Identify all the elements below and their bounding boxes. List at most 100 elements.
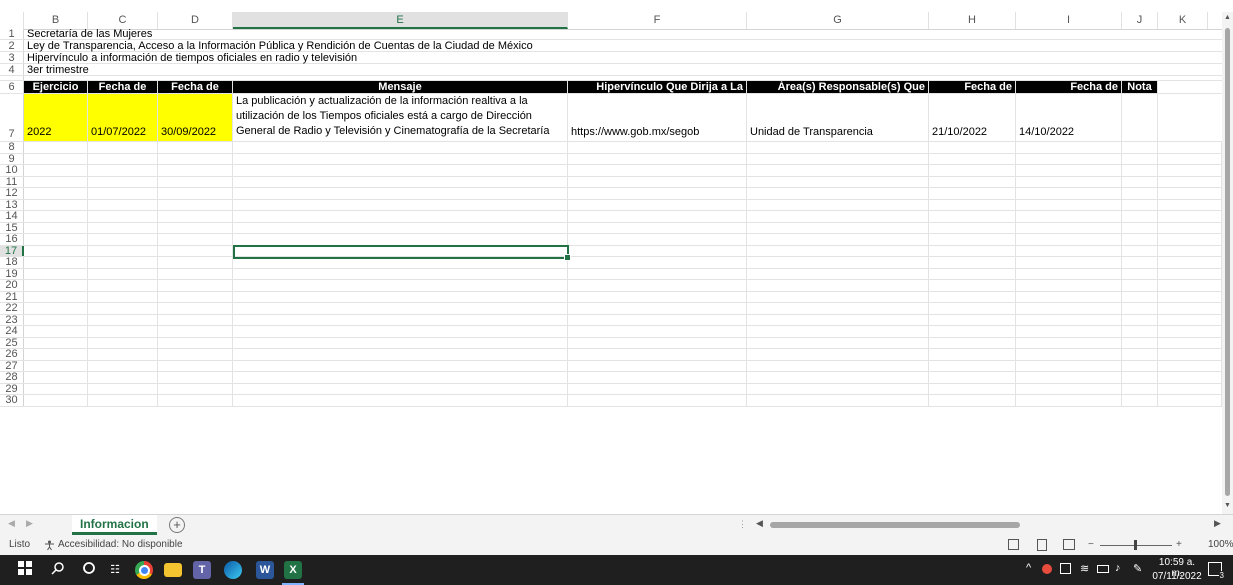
empty-cell[interactable] [88, 153, 158, 164]
empty-cell[interactable] [568, 234, 747, 245]
empty-cell[interactable] [1122, 153, 1158, 164]
notifications-icon[interactable]: 3 [1208, 562, 1225, 580]
empty-cell[interactable] [88, 245, 158, 256]
empty-cell[interactable] [929, 395, 1016, 406]
empty-cell[interactable] [1158, 291, 1222, 302]
empty-cell[interactable] [1122, 360, 1158, 371]
vertical-scrollbar[interactable]: ▲ ▼ [1222, 12, 1233, 514]
empty-cell[interactable] [233, 176, 568, 187]
empty-cell[interactable] [88, 314, 158, 325]
empty-cell[interactable] [929, 234, 1016, 245]
zoom-slider-thumb[interactable] [1134, 540, 1137, 550]
empty-cell[interactable] [1158, 245, 1222, 256]
row-number[interactable]: 15 [0, 222, 24, 233]
empty-cell[interactable] [158, 349, 233, 360]
empty-cell[interactable] [568, 188, 747, 199]
scroll-down-icon[interactable]: ▼ [1224, 502, 1231, 509]
empty-cell[interactable] [747, 199, 929, 210]
empty-cell[interactable] [1158, 165, 1222, 176]
empty-cell[interactable] [1122, 326, 1158, 337]
empty-cell[interactable] [1016, 222, 1122, 233]
empty-cell[interactable] [24, 337, 88, 348]
empty-cell[interactable] [1016, 314, 1122, 325]
empty-cell[interactable] [1158, 360, 1222, 371]
empty-cell[interactable] [1016, 337, 1122, 348]
empty-cell[interactable] [1158, 153, 1222, 164]
empty-cell[interactable] [1122, 176, 1158, 187]
cell-b3[interactable]: Hipervínculo a información de tiempos of… [24, 52, 1222, 64]
empty-cell[interactable] [24, 257, 88, 268]
row-number[interactable]: 12 [0, 188, 24, 199]
show-hidden-icons-icon[interactable]: ^ [1026, 562, 1031, 574]
empty-cell[interactable] [929, 326, 1016, 337]
empty-cell[interactable] [88, 142, 158, 153]
empty-cell[interactable] [88, 360, 158, 371]
empty-cell[interactable] [1122, 337, 1158, 348]
header-mensaje[interactable]: Mensaje [233, 81, 568, 93]
empty-cell[interactable] [1158, 372, 1222, 383]
cell-ejercicio[interactable]: 2022 [24, 94, 88, 141]
row-number[interactable]: 9 [0, 153, 24, 164]
horizontal-scrollbar[interactable]: ◀ ▶ [752, 518, 1221, 529]
row-number[interactable]: 30 [0, 395, 24, 406]
empty-cell[interactable] [568, 395, 747, 406]
scroll-up-icon[interactable]: ▲ [1224, 14, 1231, 21]
empty-cell[interactable] [929, 291, 1016, 302]
empty-cell[interactable] [1016, 153, 1122, 164]
empty-cell[interactable] [747, 245, 929, 256]
empty-cell[interactable] [929, 199, 1016, 210]
add-sheet-icon[interactable]: + [169, 517, 185, 533]
empty-cell[interactable] [929, 257, 1016, 268]
empty-cell[interactable] [24, 234, 88, 245]
row-number[interactable]: 29 [0, 383, 24, 394]
empty-cell[interactable] [747, 291, 929, 302]
empty-cell[interactable] [233, 234, 568, 245]
empty-cell[interactable] [747, 303, 929, 314]
empty-cell[interactable] [568, 153, 747, 164]
empty-cell[interactable] [1158, 234, 1222, 245]
empty-cell[interactable] [568, 142, 747, 153]
row-number[interactable]: 3 [0, 52, 24, 64]
empty-cell[interactable] [88, 372, 158, 383]
empty-cell[interactable] [88, 234, 158, 245]
empty-cell[interactable] [747, 360, 929, 371]
row-number[interactable]: 23 [0, 314, 24, 325]
cell-nota[interactable] [1122, 94, 1158, 141]
header-nota[interactable]: Nota [1122, 81, 1158, 93]
accessibility-icon[interactable] [44, 539, 55, 551]
empty-cell[interactable] [568, 326, 747, 337]
empty-cell[interactable] [158, 268, 233, 279]
empty-cell[interactable] [747, 395, 929, 406]
word-icon[interactable]: W [256, 561, 274, 579]
column-header-c[interactable]: C [88, 12, 158, 29]
empty-cell[interactable] [88, 383, 158, 394]
empty-cell[interactable] [233, 337, 568, 348]
empty-cell[interactable] [24, 291, 88, 302]
empty-cell[interactable] [929, 303, 1016, 314]
empty-cell[interactable] [568, 383, 747, 394]
empty-cell[interactable] [929, 142, 1016, 153]
empty-cell[interactable] [568, 337, 747, 348]
teams-icon[interactable]: T [193, 561, 211, 579]
empty-cell[interactable] [747, 211, 929, 222]
empty-cell[interactable] [1122, 257, 1158, 268]
file-explorer-icon[interactable] [164, 563, 182, 577]
empty-cell[interactable] [88, 188, 158, 199]
empty-cell[interactable] [1122, 395, 1158, 406]
prev-sheet-icon[interactable]: ◀ [8, 518, 15, 529]
empty-cell[interactable] [1122, 291, 1158, 302]
empty-cell[interactable] [24, 222, 88, 233]
page-break-icon[interactable] [1063, 539, 1075, 550]
empty-cell[interactable] [929, 188, 1016, 199]
empty-cell[interactable] [568, 280, 747, 291]
zoom-in-icon[interactable]: + [1176, 535, 1182, 555]
empty-cell[interactable] [568, 349, 747, 360]
empty-cell[interactable] [158, 360, 233, 371]
empty-cell[interactable] [24, 153, 88, 164]
empty-cell[interactable] [1016, 291, 1122, 302]
row-number[interactable]: 6 [0, 81, 24, 93]
empty-cell[interactable] [1016, 326, 1122, 337]
empty-cell[interactable] [1016, 383, 1122, 394]
empty-cell[interactable] [1158, 303, 1222, 314]
empty-cell[interactable] [88, 222, 158, 233]
